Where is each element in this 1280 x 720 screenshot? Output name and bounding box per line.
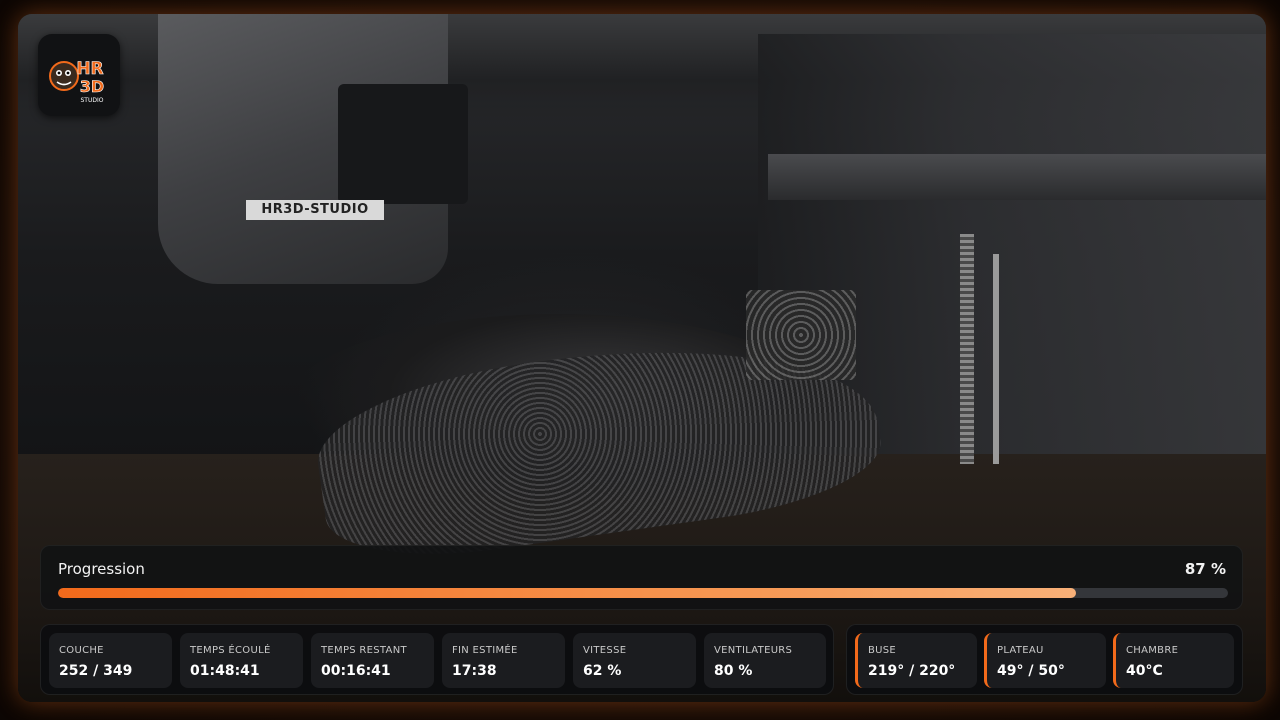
stat-fans: VENTILATEURS 80 % [704,633,826,688]
svg-text:STUDIO: STUDIO [81,97,104,104]
stat-label: VITESSE [583,645,627,656]
stat-label: FIN ESTIMÉE [452,645,518,656]
stat-value: 49° / 50° [997,663,1065,679]
overlay-frame: HR3D-STUDIO [0,0,1280,720]
x-rail [768,154,1266,200]
svg-text:3D: 3D [80,77,104,96]
svg-text:HR: HR [76,59,103,79]
stat-label: TEMPS RESTANT [321,645,407,656]
stat-elapsed-time: TEMPS ÉCOULÉ 01:48:41 [180,633,303,688]
stat-value: 01:48:41 [190,663,260,679]
lead-screw [960,234,974,464]
stat-label: VENTILATEURS [714,645,793,656]
studio-logo: HR 3D STUDIO [38,34,120,116]
stat-estimated-end: FIN ESTIMÉE 17:38 [442,633,565,688]
stat-speed: VITESSE 62 % [573,633,696,688]
toolhead-extruder [338,84,468,204]
stat-label: CHAMBRE [1126,645,1179,656]
temp-bed: PLATEAU 49° / 50° [984,633,1106,688]
logo-mascot-icon: HR 3D STUDIO [49,59,105,104]
progress-percent: 87 % [1184,560,1226,578]
progress-label: Progression [58,560,145,578]
temp-chamber: CHAMBRE 40°C [1113,633,1234,688]
temperature-panel: BUSE 219° / 220° PLATEAU 49° / 50° CHAMB… [846,624,1243,695]
guide-rod [993,254,999,464]
progress-bar-fill [58,588,1076,598]
stat-label: BUSE [868,645,897,656]
job-stats-panel: COUCHE 252 / 349 TEMPS ÉCOULÉ 01:48:41 T… [40,624,834,695]
stat-value: 80 % [714,663,753,679]
stat-label: COUCHE [59,645,104,656]
toolhead-label: HR3D-STUDIO [246,200,384,220]
stat-value: 219° / 220° [868,663,956,679]
temp-nozzle: BUSE 219° / 220° [855,633,977,688]
cooling-fan [746,290,856,380]
stat-value: 00:16:41 [321,663,391,679]
stat-remaining-time: TEMPS RESTANT 00:16:41 [311,633,434,688]
progress-bar [58,588,1228,598]
stat-label: TEMPS ÉCOULÉ [190,645,271,656]
stat-value: 17:38 [452,663,497,679]
progress-panel: Progression 87 % [40,545,1243,610]
stat-label: PLATEAU [997,645,1044,656]
stat-value: 252 / 349 [59,663,133,679]
stat-value: 62 % [583,663,622,679]
stat-layer: COUCHE 252 / 349 [49,633,172,688]
stat-value: 40°C [1126,663,1163,679]
